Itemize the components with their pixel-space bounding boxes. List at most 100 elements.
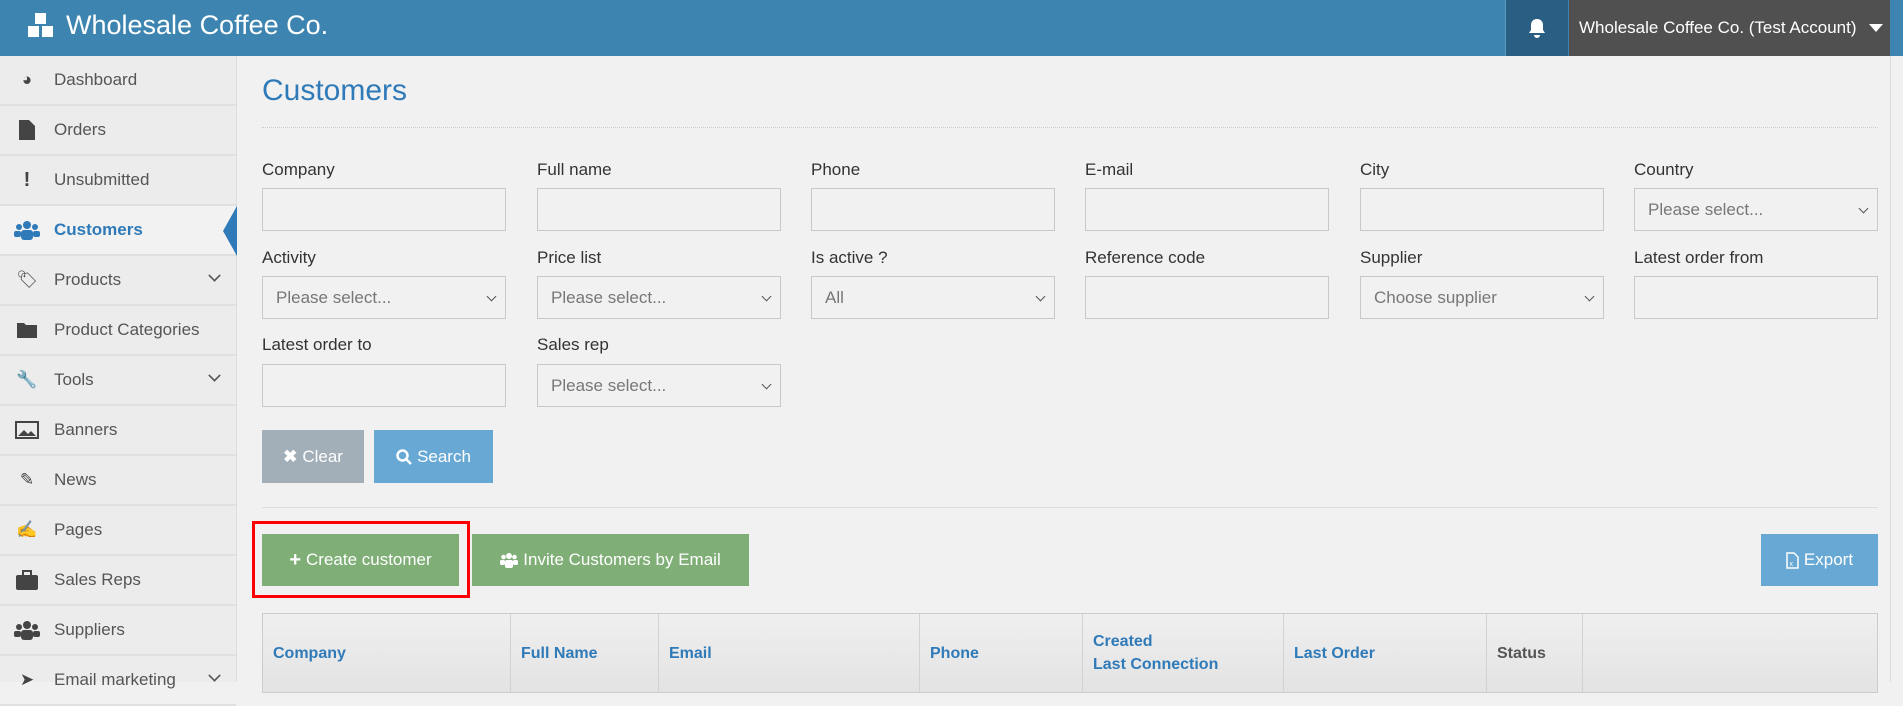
sidebar-item-label: Dashboard <box>54 70 138 89</box>
column-company[interactable]: Company <box>263 614 511 692</box>
company-input[interactable] <box>262 188 506 231</box>
city-label: City <box>1360 160 1390 179</box>
sidebar-item-product-categories[interactable]: Product Categories <box>0 306 236 356</box>
paper-plane-icon: ➤ <box>19 670 35 689</box>
image-icon <box>14 419 40 441</box>
sidebar-item-label: Products <box>54 270 122 289</box>
latest-order-to-label: Latest order to <box>262 335 372 354</box>
briefcase-icon <box>14 569 40 591</box>
column-status: Status <box>1487 614 1583 692</box>
search-button[interactable]: Search <box>374 430 493 483</box>
sidebar-item-email-marketing[interactable]: ➤ Email marketing <box>0 656 236 706</box>
column-full-name[interactable]: Full Name <box>511 614 659 692</box>
sidebar-item-dashboard[interactable]: ◕ Dashboard <box>0 56 236 106</box>
chevron-down-icon <box>1584 291 1595 302</box>
plus-icon: + <box>289 548 301 571</box>
reference-code-input[interactable] <box>1085 276 1329 319</box>
reference-code-label: Reference code <box>1085 248 1206 267</box>
supplier-select[interactable]: Choose supplier <box>1360 276 1604 319</box>
users-icon <box>14 619 40 641</box>
sidebar-item-label: Orders <box>54 120 106 139</box>
column-phone[interactable]: Phone <box>920 614 1083 692</box>
sidebar-item-banners[interactable]: Banners <box>0 406 236 456</box>
column-email[interactable]: Email <box>659 614 920 692</box>
sidebar-item-label: News <box>54 470 97 489</box>
sidebar-item-label: Email marketing <box>54 670 176 689</box>
top-header: Wholesale Coffee Co. Wholesale Coffee Co… <box>0 0 1903 56</box>
chevron-down-icon <box>208 269 221 282</box>
export-button[interactable]: x Export <box>1761 534 1878 586</box>
sidebar-item-label: Banners <box>54 420 118 439</box>
chevron-down-icon <box>1858 203 1869 214</box>
clear-button[interactable]: ✖ Clear <box>262 430 364 483</box>
sidebar-item-products[interactable]: 🏷 Products <box>0 256 236 306</box>
sidebar-item-label: Pages <box>54 520 103 539</box>
caret-down-icon <box>1868 24 1883 32</box>
users-icon <box>14 219 40 241</box>
invite-customers-label: Invite Customers by Email <box>523 550 721 569</box>
sidebar-item-label: Unsubmitted <box>54 170 150 189</box>
country-value: Please select... <box>1648 199 1764 219</box>
bell-icon <box>1529 19 1545 38</box>
sidebar-item-unsubmitted[interactable]: ! Unsubmitted <box>0 156 236 206</box>
city-input[interactable] <box>1360 188 1604 231</box>
chevron-down-icon <box>761 379 772 390</box>
sidebar-item-tools[interactable]: 🔧 Tools <box>0 356 236 406</box>
column-created-last-connection[interactable]: Created Last Connection <box>1083 614 1284 692</box>
divider <box>262 127 1878 128</box>
activity-value: Please select... <box>276 287 392 307</box>
sales-rep-label: Sales rep <box>537 335 609 354</box>
sidebar-item-pages[interactable]: ✍ Pages <box>0 506 236 556</box>
phone-input[interactable] <box>811 188 1055 231</box>
folder-icon <box>14 319 40 341</box>
sidebar-item-label: Tools <box>54 370 94 389</box>
sidebar-item-orders[interactable]: Orders <box>0 106 236 156</box>
dashboard-icon: ◕ <box>21 70 33 89</box>
sidebar-item-customers[interactable]: Customers <box>0 206 237 256</box>
column-actions <box>1583 614 1877 692</box>
account-menu[interactable]: Wholesale Coffee Co. (Test Account) <box>1569 0 1890 56</box>
sales-rep-select[interactable]: Please select... <box>537 364 781 407</box>
search-label: Search <box>417 446 471 466</box>
sidebar-item-label: Customers <box>54 220 143 239</box>
chevron-down-icon <box>208 369 221 382</box>
sidebar-item-sales-reps[interactable]: Sales Reps <box>0 556 236 606</box>
brand-logo[interactable]: Wholesale Coffee Co. <box>26 10 328 41</box>
scrollbar[interactable] <box>1890 56 1903 682</box>
country-select[interactable]: Please select... <box>1634 188 1878 231</box>
invite-customers-button[interactable]: Invite Customers by Email <box>472 534 749 586</box>
cubes-icon <box>28 12 53 37</box>
activity-select[interactable]: Please select... <box>262 276 506 319</box>
sales-rep-value: Please select... <box>551 375 667 395</box>
exclamation-icon: ! <box>23 168 31 191</box>
wrench-icon: 🔧 <box>16 370 38 389</box>
email-input[interactable] <box>1085 188 1329 231</box>
svg-text:x: x <box>1789 561 1793 568</box>
sidebar: ◕ Dashboard Orders ! Unsubmitted Customers… <box>0 56 237 706</box>
price-list-select[interactable]: Please select... <box>537 276 781 319</box>
latest-order-from-input[interactable] <box>1634 276 1878 319</box>
activity-label: Activity <box>262 248 316 267</box>
supplier-value: Choose supplier <box>1374 287 1497 307</box>
notifications-button[interactable] <box>1505 0 1568 56</box>
sidebar-item-suppliers[interactable]: Suppliers <box>0 606 236 656</box>
create-customer-button[interactable]: + Create customer <box>262 534 459 586</box>
file-icon <box>14 119 40 141</box>
chevron-down-icon <box>1035 291 1046 302</box>
price-list-value: Please select... <box>551 287 667 307</box>
sidebar-item-news[interactable]: ✎ News <box>0 456 236 506</box>
account-name: Wholesale Coffee Co. (Test Account) <box>1579 18 1857 37</box>
phone-label: Phone <box>811 160 861 179</box>
full-name-input[interactable] <box>537 188 781 231</box>
pencil-icon: ✎ <box>19 470 35 489</box>
export-label: Export <box>1803 550 1854 569</box>
is-active-select[interactable]: All <box>811 276 1055 319</box>
price-list-label: Price list <box>537 248 602 267</box>
column-last-order[interactable]: Last Order <box>1284 614 1487 692</box>
is-active-value: All <box>825 287 844 307</box>
divider <box>262 507 1878 508</box>
company-label: Company <box>262 160 335 179</box>
email-label: E-mail <box>1085 160 1134 179</box>
sidebar-item-label: Sales Reps <box>54 570 141 589</box>
latest-order-to-input[interactable] <box>262 364 506 407</box>
